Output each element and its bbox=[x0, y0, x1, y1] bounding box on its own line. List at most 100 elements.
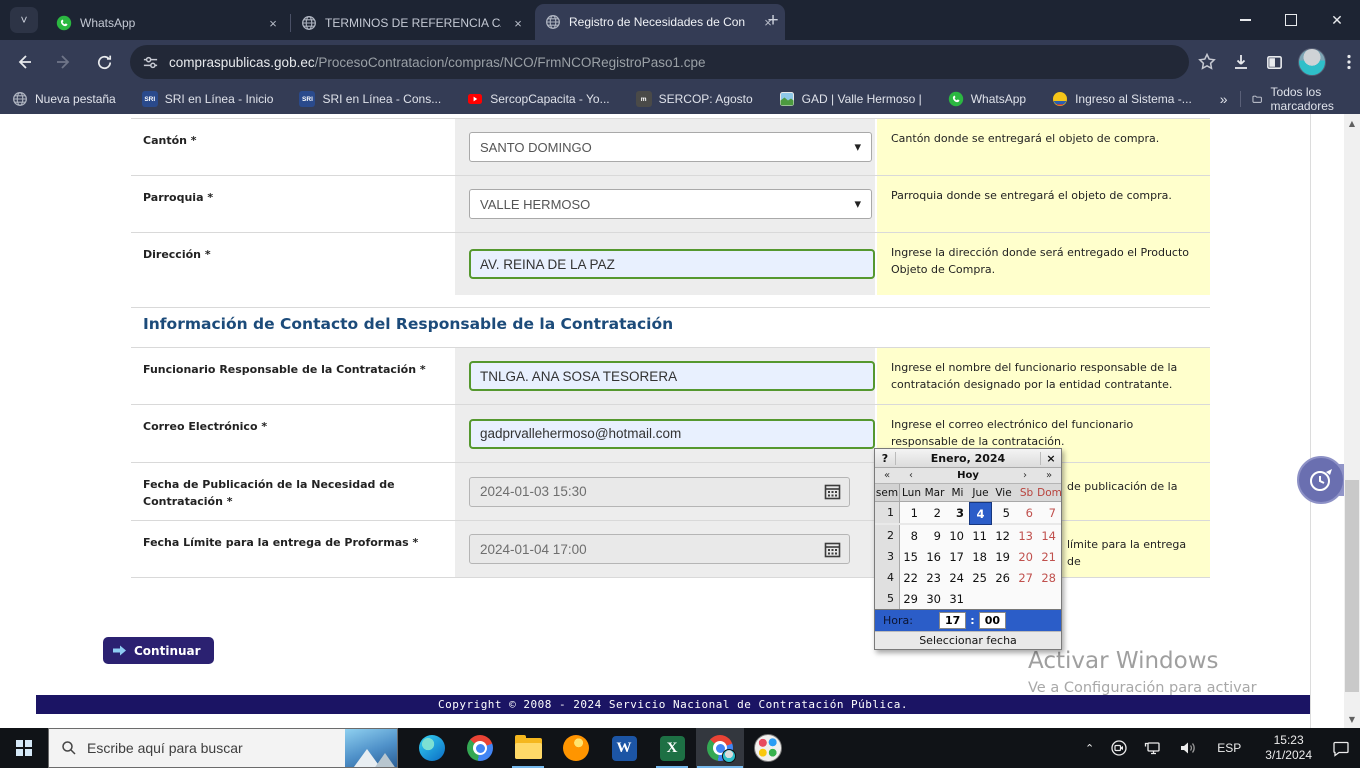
next-year-button[interactable]: » bbox=[1037, 470, 1061, 481]
bookmark-item[interactable]: WhatsApp bbox=[948, 91, 1026, 107]
calendar-day[interactable]: 23 bbox=[923, 567, 946, 588]
calendar-close-button[interactable]: × bbox=[1040, 452, 1061, 465]
calendar-day[interactable]: 16 bbox=[923, 546, 946, 567]
calendar-day[interactable]: 8 bbox=[900, 525, 923, 546]
browser-tab[interactable]: TERMINOS DE REFERENCIA CAN× bbox=[291, 6, 535, 40]
calendar-day[interactable]: 14 bbox=[1038, 525, 1061, 546]
meet-now-icon[interactable] bbox=[1104, 728, 1134, 768]
calendar-week-number[interactable]: 4 bbox=[875, 567, 900, 588]
calendar-day[interactable]: 27 bbox=[1015, 567, 1038, 588]
taskbar-clock[interactable]: 15:23 3/1/2024 bbox=[1255, 728, 1322, 768]
continue-button[interactable]: Continuar bbox=[103, 637, 214, 664]
calendar-day[interactable]: 29 bbox=[900, 588, 923, 609]
language-indicator[interactable]: ESP bbox=[1207, 728, 1251, 768]
tab-search-button[interactable]: ˅ bbox=[10, 7, 38, 33]
calendar-day[interactable]: 11 bbox=[969, 525, 992, 546]
bookmark-item[interactable]: SercopCapacita - Yo... bbox=[467, 91, 609, 107]
hour-spinner[interactable]: 17 bbox=[939, 612, 966, 629]
scroll-up-arrow[interactable]: ▲ bbox=[1344, 114, 1360, 132]
taskbar-app-edge[interactable] bbox=[408, 728, 456, 768]
bookmark-item[interactable]: SRISRI en Línea - Cons... bbox=[299, 91, 441, 107]
calendar-day[interactable]: 6 bbox=[1015, 502, 1038, 523]
new-tab-button[interactable]: + bbox=[760, 8, 786, 34]
taskbar-app-paint[interactable] bbox=[744, 728, 792, 768]
minute-spinner[interactable]: 00 bbox=[979, 612, 1006, 629]
taskbar-app-firefox[interactable] bbox=[552, 728, 600, 768]
calendar-day[interactable]: 5 bbox=[992, 502, 1015, 523]
profile-avatar[interactable] bbox=[1298, 48, 1326, 76]
calendar-day[interactable]: 15 bbox=[900, 546, 923, 567]
calendar-day[interactable]: 17 bbox=[946, 546, 969, 567]
direccion-input[interactable]: AV. REINA DE LA PAZ bbox=[469, 249, 875, 279]
canton-select[interactable]: SANTO DOMINGO▾ bbox=[469, 132, 872, 162]
page-scrollbar[interactable]: ▲ ▼ bbox=[1344, 114, 1360, 728]
calendar-day[interactable]: 13 bbox=[1015, 525, 1038, 546]
calendar-day[interactable]: 2 bbox=[923, 502, 946, 523]
taskbar-app-word[interactable]: W bbox=[600, 728, 648, 768]
tab-close-button[interactable]: × bbox=[264, 14, 282, 32]
calendar-day[interactable]: 24 bbox=[946, 567, 969, 588]
side-panel-icon[interactable] bbox=[1265, 53, 1284, 72]
window-close-button[interactable]: ✕ bbox=[1314, 0, 1360, 40]
weather-widget[interactable] bbox=[345, 729, 397, 767]
calendar-day[interactable]: 1 bbox=[900, 502, 923, 523]
funcionario-input[interactable]: TNLGA. ANA SOSA TESORERA bbox=[469, 361, 875, 391]
start-button[interactable] bbox=[0, 728, 48, 768]
fecha-publicacion-datetime-input[interactable]: 2024-01-03 15:30 bbox=[469, 477, 850, 507]
taskbar-app-excel[interactable]: X bbox=[648, 728, 696, 768]
next-month-button[interactable]: › bbox=[1013, 470, 1037, 481]
bookmark-star-icon[interactable] bbox=[1197, 52, 1217, 72]
address-bar[interactable]: compraspublicas.gob.ec/ProcesoContrataci… bbox=[130, 45, 1189, 79]
calendar-day[interactable]: 28 bbox=[1038, 567, 1061, 588]
calendar-week-number[interactable]: 3 bbox=[875, 546, 900, 567]
calendar-day[interactable]: 12 bbox=[992, 525, 1015, 546]
prev-month-button[interactable]: ‹ bbox=[899, 470, 923, 481]
taskbar-app-file-explorer[interactable] bbox=[504, 728, 552, 768]
bookmarks-overflow-button[interactable]: » bbox=[1220, 91, 1228, 107]
tray-expand-button[interactable]: ⌃ bbox=[1079, 728, 1100, 768]
calendar-week-number[interactable]: 2 bbox=[875, 525, 900, 546]
taskbar-app-chrome[interactable] bbox=[456, 728, 504, 768]
calendar-help-button[interactable]: ? bbox=[875, 452, 896, 465]
window-maximize-button[interactable] bbox=[1268, 0, 1314, 40]
calendar-day[interactable]: 19 bbox=[992, 546, 1015, 567]
calendar-day[interactable]: 21 bbox=[1038, 546, 1061, 567]
scroll-down-arrow[interactable]: ▼ bbox=[1344, 710, 1360, 728]
scrollbar-thumb[interactable] bbox=[1345, 480, 1359, 692]
bookmark-item[interactable]: Nueva pestaña bbox=[12, 91, 116, 107]
calendar-day[interactable]: 30 bbox=[923, 588, 946, 609]
today-button[interactable]: Hoy bbox=[923, 470, 1013, 481]
browser-tab[interactable]: WhatsApp× bbox=[46, 6, 290, 40]
parroquia-select[interactable]: VALLE HERMOSO▾ bbox=[469, 189, 872, 219]
calendar-day[interactable]: 22 bbox=[900, 567, 923, 588]
back-button[interactable] bbox=[8, 46, 40, 78]
bookmark-item[interactable]: Ingreso al Sistema -... bbox=[1052, 91, 1192, 107]
fecha-publicacion-calendar-button[interactable] bbox=[816, 479, 848, 505]
calendar-day[interactable]: 7 bbox=[1038, 502, 1061, 523]
calendar-day[interactable]: 18 bbox=[969, 546, 992, 567]
all-bookmarks-button[interactable]: Todos los marcadores bbox=[1252, 85, 1346, 113]
prev-year-button[interactable]: « bbox=[875, 470, 899, 481]
calendar-week-number[interactable]: 1 bbox=[875, 502, 900, 523]
correo-input[interactable]: gadprvallehermoso@hotmail.com bbox=[469, 419, 875, 449]
network-icon[interactable] bbox=[1138, 728, 1169, 768]
reload-button[interactable] bbox=[88, 46, 120, 78]
notification-center-button[interactable] bbox=[1326, 728, 1356, 768]
calendar-day[interactable]: 25 bbox=[969, 567, 992, 588]
calendar-day[interactable]: 26 bbox=[992, 567, 1015, 588]
taskbar-search-box[interactable]: Escribe aquí para buscar bbox=[48, 728, 398, 768]
browser-tab[interactable]: Registro de Necesidades de Con× bbox=[535, 4, 785, 40]
downloads-icon[interactable] bbox=[1231, 52, 1251, 72]
forward-button[interactable] bbox=[48, 46, 80, 78]
calendar-day[interactable]: 20 bbox=[1015, 546, 1038, 567]
bookmark-item[interactable]: mSERCOP: Agosto bbox=[636, 91, 753, 107]
calendar-day-selected[interactable]: 4 bbox=[969, 502, 992, 525]
fecha-limite-calendar-button[interactable] bbox=[816, 536, 848, 562]
calendar-day[interactable]: 31 bbox=[946, 588, 969, 609]
volume-icon[interactable] bbox=[1173, 728, 1203, 768]
fecha-limite-datetime-input[interactable]: 2024-01-04 17:00 bbox=[469, 534, 850, 564]
bookmark-item[interactable]: SRISRI en Línea - Inicio bbox=[142, 91, 274, 107]
chrome-menu-icon[interactable] bbox=[1340, 53, 1358, 71]
calendar-day[interactable]: 3 bbox=[946, 502, 969, 523]
calendar-day[interactable]: 9 bbox=[923, 525, 946, 546]
